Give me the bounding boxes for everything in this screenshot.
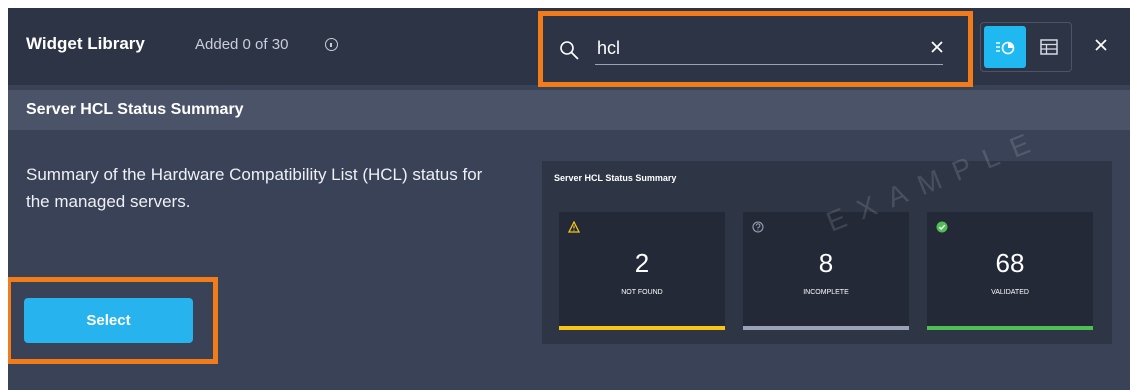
help-icon xyxy=(752,221,764,233)
widget-name: Server HCL Status Summary xyxy=(26,101,244,118)
close-icon[interactable] xyxy=(1094,38,1108,52)
select-button[interactable]: Select xyxy=(24,298,193,343)
search-input[interactable] xyxy=(595,35,943,65)
warning-icon xyxy=(568,221,580,233)
chart-view-button[interactable] xyxy=(984,26,1026,68)
header: Widget Library Added 0 of 30 xyxy=(8,8,1130,87)
widget-preview: Server HCL Status Summary 2 NOT FOUND 8 … xyxy=(542,123,1112,344)
tile-value: 2 xyxy=(634,248,650,278)
page-title: Widget Library xyxy=(26,34,145,53)
widget-section-header: Server HCL Status Summary xyxy=(8,90,1130,130)
view-toggle xyxy=(980,22,1072,72)
tile-label: NOT FOUND xyxy=(621,289,663,296)
status-bar xyxy=(743,326,909,330)
tile-validated: 68 VALIDATED xyxy=(927,212,1093,330)
table-view-button[interactable] xyxy=(1029,26,1069,68)
tile-label: INCOMPLETE xyxy=(803,289,849,296)
added-count: Added 0 of 30 xyxy=(195,36,289,53)
tile-value: 68 xyxy=(995,248,1025,278)
tile-label: VALIDATED xyxy=(991,289,1029,296)
status-bar xyxy=(927,326,1093,330)
check-icon xyxy=(936,221,948,233)
info-icon[interactable] xyxy=(325,38,338,51)
widget-description: Summary of the Hardware Compatibility Li… xyxy=(26,165,483,211)
tile-not-found: 2 NOT FOUND xyxy=(559,212,725,330)
tile-value: 8 xyxy=(818,248,834,278)
preview-title: Server HCL Status Summary xyxy=(554,173,677,183)
clear-search-icon[interactable] xyxy=(930,40,944,54)
select-highlight: Select xyxy=(8,277,218,364)
tile-incomplete: 8 INCOMPLETE xyxy=(743,212,909,330)
status-bar xyxy=(559,326,725,330)
widget-library-panel: Widget Library Added 0 of 30 hcl Server … xyxy=(8,8,1130,390)
chart-view-icon xyxy=(996,41,1015,55)
table-view-icon xyxy=(1040,39,1058,55)
search-highlight xyxy=(538,11,973,87)
search-icon xyxy=(560,41,579,60)
